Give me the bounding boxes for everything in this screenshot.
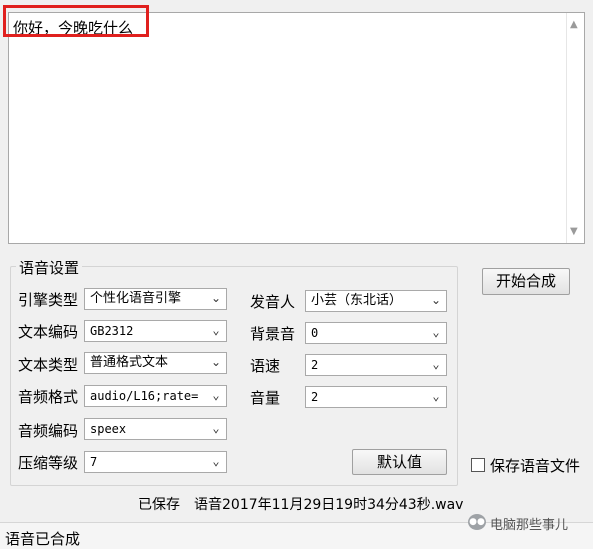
speaker-label: 发音人 — [250, 293, 296, 311]
speed-label: 语速 — [250, 357, 281, 375]
audio-format-value: audio/L16;rate= — [90, 389, 199, 403]
volume-value: 2 — [311, 390, 319, 404]
text-input-area[interactable]: 你好，今晚吃什么 ▲ ▼ — [8, 12, 585, 244]
background-sound-value: 0 — [311, 326, 319, 340]
text-encoding-label: 文本编码 — [18, 323, 79, 341]
start-synthesis-button[interactable]: 开始合成 — [482, 268, 570, 295]
compression-level-select[interactable]: 7 ⌄ — [84, 451, 227, 473]
speed-select[interactable]: 2 ⌄ — [305, 354, 447, 376]
audio-codec-label: 音频编码 — [18, 422, 79, 440]
engine-type-select[interactable]: 个性化语音引擎 ⌄ — [84, 288, 227, 310]
background-sound-select[interactable]: 0 ⌄ — [305, 322, 447, 344]
vertical-scrollbar[interactable]: ▲ ▼ — [566, 13, 584, 243]
audio-format-select[interactable]: audio/L16;rate= ⌄ — [84, 385, 227, 407]
engine-type-value: 个性化语音引擎 — [90, 291, 182, 306]
chevron-down-icon: ⌄ — [209, 321, 223, 340]
wechat-icon: ●● — [468, 514, 486, 530]
status-text: 语音已合成 — [5, 530, 81, 548]
audio-format-label: 音频格式 — [18, 388, 79, 406]
default-values-button[interactable]: 默认值 — [352, 449, 447, 475]
chevron-down-icon: ⌄ — [209, 353, 223, 372]
watermark-text: 电脑那些事儿 — [490, 518, 569, 533]
chevron-down-icon: ⌄ — [209, 419, 223, 438]
chevron-down-icon: ⌄ — [209, 289, 223, 308]
scroll-up-icon[interactable]: ▲ — [570, 19, 578, 30]
saved-file-text: 已保存 语音2017年11月29日19时34分43秒.wav — [138, 497, 464, 513]
background-sound-label: 背景音 — [250, 325, 296, 343]
chevron-down-icon: ⌄ — [209, 386, 223, 405]
compression-level-value: 7 — [90, 455, 98, 469]
speaker-value: 小芸（东北话） — [311, 293, 403, 308]
chevron-down-icon: ⌄ — [429, 291, 443, 310]
speaker-select[interactable]: 小芸（东北话） ⌄ — [305, 290, 447, 312]
volume-label: 音量 — [250, 389, 281, 407]
text-encoding-select[interactable]: GB2312 ⌄ — [84, 320, 227, 342]
speed-value: 2 — [311, 358, 319, 372]
chevron-down-icon: ⌄ — [429, 323, 443, 342]
voice-settings-title: 语音设置 — [16, 257, 83, 278]
chevron-down-icon: ⌄ — [209, 452, 223, 471]
engine-type-label: 引擎类型 — [18, 291, 79, 309]
volume-select[interactable]: 2 ⌄ — [305, 386, 447, 408]
audio-codec-value: speex — [90, 422, 127, 436]
text-type-value: 普通格式文本 — [90, 355, 169, 370]
chevron-down-icon: ⌄ — [429, 355, 443, 374]
save-audio-label[interactable]: 保存语音文件 — [490, 455, 580, 476]
text-type-label: 文本类型 — [18, 356, 79, 374]
scroll-down-icon[interactable]: ▼ — [570, 226, 578, 237]
chevron-down-icon: ⌄ — [429, 387, 443, 406]
compression-level-label: 压缩等级 — [18, 454, 79, 472]
text-encoding-value: GB2312 — [90, 324, 134, 338]
audio-codec-select[interactable]: speex ⌄ — [84, 418, 227, 440]
text-type-select[interactable]: 普通格式文本 ⌄ — [84, 352, 227, 374]
red-highlight-box — [3, 5, 149, 37]
save-audio-checkbox[interactable] — [471, 458, 485, 472]
